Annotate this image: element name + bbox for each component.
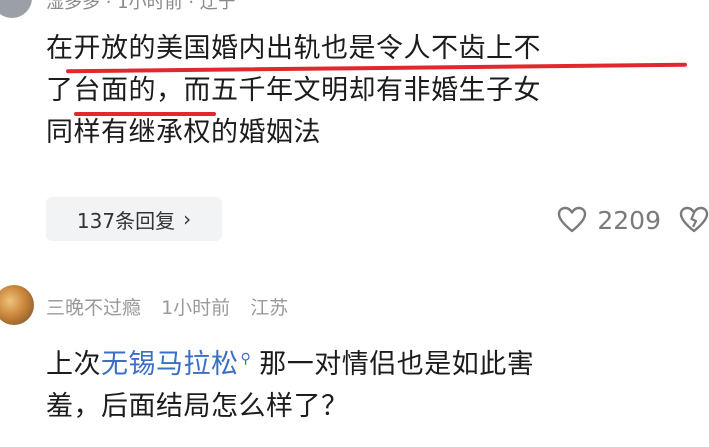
- comment-actions: 2209: [557, 200, 709, 240]
- search-keyword-link[interactable]: 无锡马拉松: [101, 349, 239, 380]
- avatar[interactable]: [0, 0, 32, 18]
- avatar[interactable]: [0, 285, 34, 325]
- broken-heart-icon[interactable]: [679, 206, 709, 234]
- view-replies-button[interactable]: 137条回复 ›: [46, 197, 222, 241]
- search-icon[interactable]: ⚲: [241, 338, 252, 380]
- comment-text-segment: 上次: [46, 349, 101, 380]
- comment-text: 上次无锡马拉松 ⚲ 那一对情侣也是如此害 羞，后面结局怎么样了？: [46, 338, 696, 428]
- heart-icon[interactable]: [557, 206, 587, 234]
- comment-meta: 湿多多 · 1小时前 · 辽宁: [46, 0, 236, 13]
- username[interactable]: 三晚不过瘾: [46, 297, 141, 319]
- chevron-right-icon: ›: [183, 207, 192, 231]
- comment-location: 江苏: [250, 297, 289, 319]
- comment-text: 在开放的美国婚内出轨也是令人不齿上不 了台面的，而五千年文明却有非婚生子女 同样…: [46, 28, 696, 154]
- comment-line: 了台面的，而五千年文明却有非婚生子女: [46, 75, 541, 106]
- like-count: 2209: [597, 205, 661, 235]
- comment-line: 上次无锡马拉松 ⚲ 那一对情侣也是如此害: [46, 338, 696, 386]
- red-underline-mark: [74, 112, 216, 116]
- replies-count-label: 137条回复: [76, 208, 176, 233]
- comment-line: 羞，后面结局怎么样了？: [46, 391, 349, 422]
- comment-text-segment: 那一对情侣也是如此害: [259, 349, 535, 380]
- comment-line: 同样有继承权的婚姻法: [46, 117, 321, 148]
- comment-meta: 三晚不过瘾 1小时前 江苏: [46, 293, 302, 320]
- comment-time: 1小时前: [161, 297, 231, 319]
